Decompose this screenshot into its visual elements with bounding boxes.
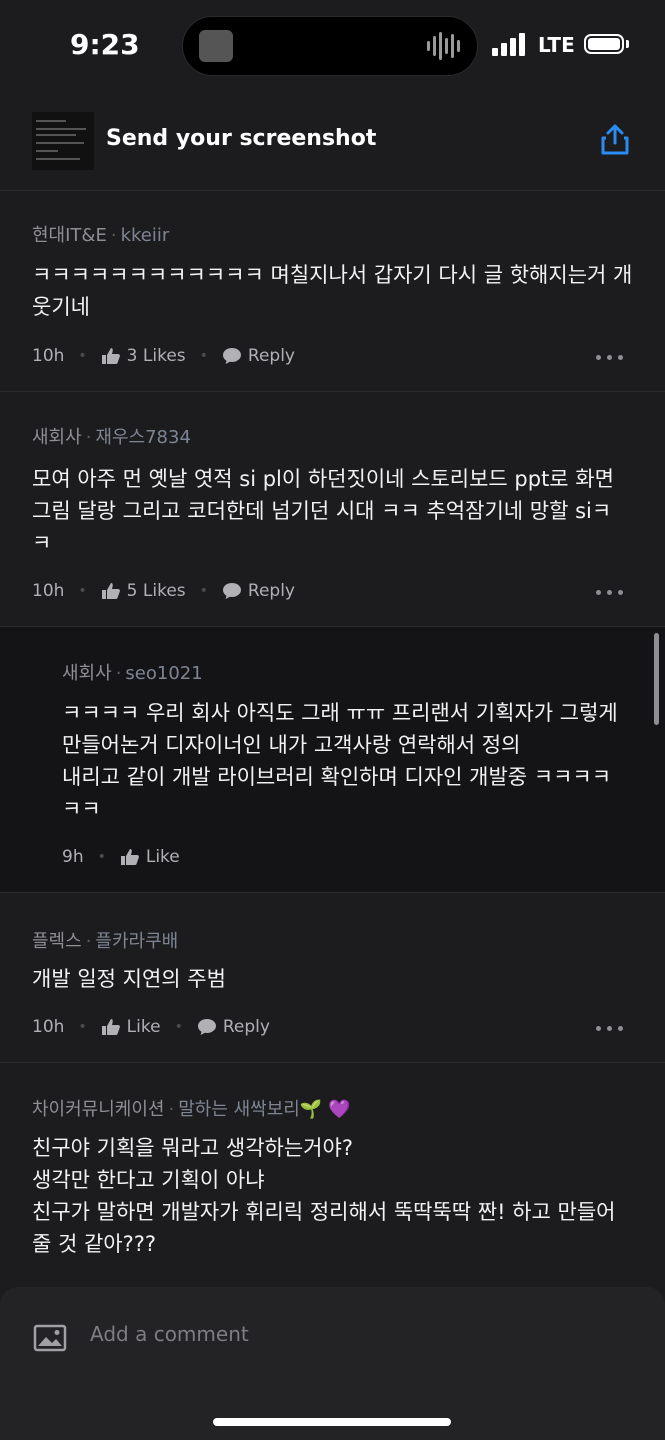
image-icon[interactable] xyxy=(33,1324,67,1352)
comment-text-line: ㅋㅋㅋㅋ 우리 회사 아직도 그래 ㅠㅠ 프리랜서 기획자가 그렇게 xyxy=(62,701,618,725)
comment-author[interactable]: 새회사 · 재우스7834 xyxy=(32,423,191,449)
comment-author[interactable]: 차이커뮤니케이션 · 말하는 새싹보리🌱 💜 xyxy=(32,1095,350,1121)
network-type: LTE xyxy=(538,33,575,57)
comment-author[interactable]: 현대IT&E · kkeiir xyxy=(32,221,169,247)
comment-time: 9h xyxy=(62,847,84,867)
comment-text: 모여 아주 먼 옛날 엿적 si pl이 하던짓이네 스토리보드 ppt로 화면… xyxy=(32,467,614,555)
author-nickname: 플카라쿠배 xyxy=(95,931,179,952)
like-button[interactable]: 5 Likes xyxy=(101,581,186,601)
like-icon xyxy=(101,583,120,599)
comment-text-line: 줄 것 같아??? xyxy=(32,1232,157,1256)
like-count: 3 Likes xyxy=(126,346,186,366)
comment-item: 새회사 · 재우스7834 모여 아주 먼 옛날 엿적 si pl이 하던짓이네 스… xyxy=(0,393,665,627)
reply-label: Reply xyxy=(222,1017,270,1037)
reply-icon xyxy=(222,583,241,599)
dynamic-island[interactable] xyxy=(182,16,478,76)
author-company: 차이커뮤니케이션 xyxy=(32,1099,165,1120)
reply-label: Reply xyxy=(247,581,295,601)
like-icon xyxy=(120,849,139,865)
like-button[interactable]: Like xyxy=(120,847,180,867)
comment-text: 개발 일정 지연의 주범 xyxy=(32,967,226,991)
author-nickname: kkeiir xyxy=(120,225,170,246)
comment-text-line: 친구야 기획을 뭐라고 생각하는거야? xyxy=(32,1136,353,1160)
more-icon[interactable] xyxy=(596,1026,623,1031)
comment-input[interactable] xyxy=(88,1321,572,1347)
scrollbar[interactable] xyxy=(654,633,659,725)
like-icon xyxy=(101,1019,120,1035)
reply-label: Reply xyxy=(247,346,295,366)
reply-button[interactable]: Reply xyxy=(222,346,295,366)
share-icon[interactable] xyxy=(598,122,632,156)
comment-actions: 9h • Like xyxy=(62,847,180,867)
reply-item: 새회사 · seo1021 ㅋㅋㅋㅋ 우리 회사 아직도 그래 ㅠㅠ 프리랜서 기획… xyxy=(0,627,665,893)
header-title: Send your screenshot xyxy=(106,126,377,151)
comment-time: 10h xyxy=(32,581,65,601)
author-nickname: 말하는 새싹보리🌱 💜 xyxy=(178,1099,351,1120)
comment-text: ㅋㅋㅋㅋ 우리 회사 아직도 그래 ㅠㅠ 프리랜서 기획자가 그렇게 만들어논거… xyxy=(62,697,642,825)
reply-icon xyxy=(222,348,241,364)
comment-text-line: 내리고 같이 개발 라이브러리 확인하며 디자인 개발중 ㅋㅋㅋㅋ xyxy=(62,765,612,789)
comment-time: 10h xyxy=(32,1017,65,1037)
author-company: 현대IT&E xyxy=(32,225,107,246)
comment-item: 차이커뮤니케이션 · 말하는 새싹보리🌱 💜 친구야 기획을 뭐라고 생각하는거야?… xyxy=(0,1063,665,1287)
comment-author[interactable]: 새회사 · seo1021 xyxy=(62,659,203,685)
reply-button[interactable]: Reply xyxy=(222,581,295,601)
status-bar: 9:23 LTE xyxy=(0,0,665,92)
audio-waveform-icon xyxy=(427,31,461,61)
comment-time: 10h xyxy=(32,346,65,366)
comment-text-line: 만들어논거 디자이너인 내가 고객사랑 연락해서 정의 xyxy=(62,733,521,757)
comment-text-line: 친구가 말하면 개발자가 휘리릭 정리해서 뚝딱뚝딱 짠! 하고 만들어 xyxy=(32,1200,616,1224)
battery-icon xyxy=(584,34,624,54)
like-button[interactable]: 3 Likes xyxy=(101,346,186,366)
author-nickname: 재우스7834 xyxy=(95,427,191,448)
more-icon[interactable] xyxy=(596,590,623,595)
comment-actions: 10h • 3 Likes • Reply xyxy=(32,346,295,366)
status-time: 9:23 xyxy=(70,28,140,61)
like-count: Like xyxy=(126,1017,161,1037)
author-company: 새회사 xyxy=(62,663,112,684)
screenshot-share-header: Send your screenshot xyxy=(0,92,665,191)
comment-text-line: ㅋㅋ xyxy=(62,797,101,821)
more-icon[interactable] xyxy=(596,355,623,360)
comment-input-bar xyxy=(0,1287,665,1440)
like-count: 5 Likes xyxy=(126,581,186,601)
comment-text: 친구야 기획을 뭐라고 생각하는거야? 생각만 한다고 기획이 아냐 친구가 말… xyxy=(32,1132,642,1260)
comment-actions: 10h • Like • Reply xyxy=(32,1017,270,1037)
screenshot-thumbnail[interactable] xyxy=(32,112,94,170)
author-nickname: seo1021 xyxy=(125,663,203,684)
author-company: 새회사 xyxy=(32,427,82,448)
battery-cap xyxy=(626,40,629,48)
comment-item: 플렉스 · 플카라쿠배 개발 일정 지연의 주범 10h • Like • Repl… xyxy=(0,893,665,1063)
comment-actions: 10h • 5 Likes • Reply xyxy=(32,581,295,601)
reply-icon xyxy=(197,1019,216,1035)
comment-text: ㅋㅋㅋㅋㅋㅋㅋㅋㅋㅋㅋㅋ 며칠지나서 갑자기 다시 글 핫해지는거 개 웃기네 xyxy=(32,263,633,319)
like-count: Like xyxy=(145,847,180,867)
author-company: 플렉스 xyxy=(32,931,82,952)
signal-icon xyxy=(492,32,526,56)
home-indicator[interactable] xyxy=(213,1418,451,1426)
like-icon xyxy=(101,348,120,364)
comment-item: 현대IT&E · kkeiir ㅋㅋㅋㅋㅋㅋㅋㅋㅋㅋㅋㅋ 며칠지나서 갑자기 다시 … xyxy=(0,191,665,392)
like-button[interactable]: Like xyxy=(101,1017,161,1037)
now-playing-artwork xyxy=(199,30,233,62)
comment-text-line: 생각만 한다고 기획이 아냐 xyxy=(32,1168,265,1192)
reply-button[interactable]: Reply xyxy=(197,1017,270,1037)
comment-author[interactable]: 플렉스 · 플카라쿠배 xyxy=(32,927,178,953)
